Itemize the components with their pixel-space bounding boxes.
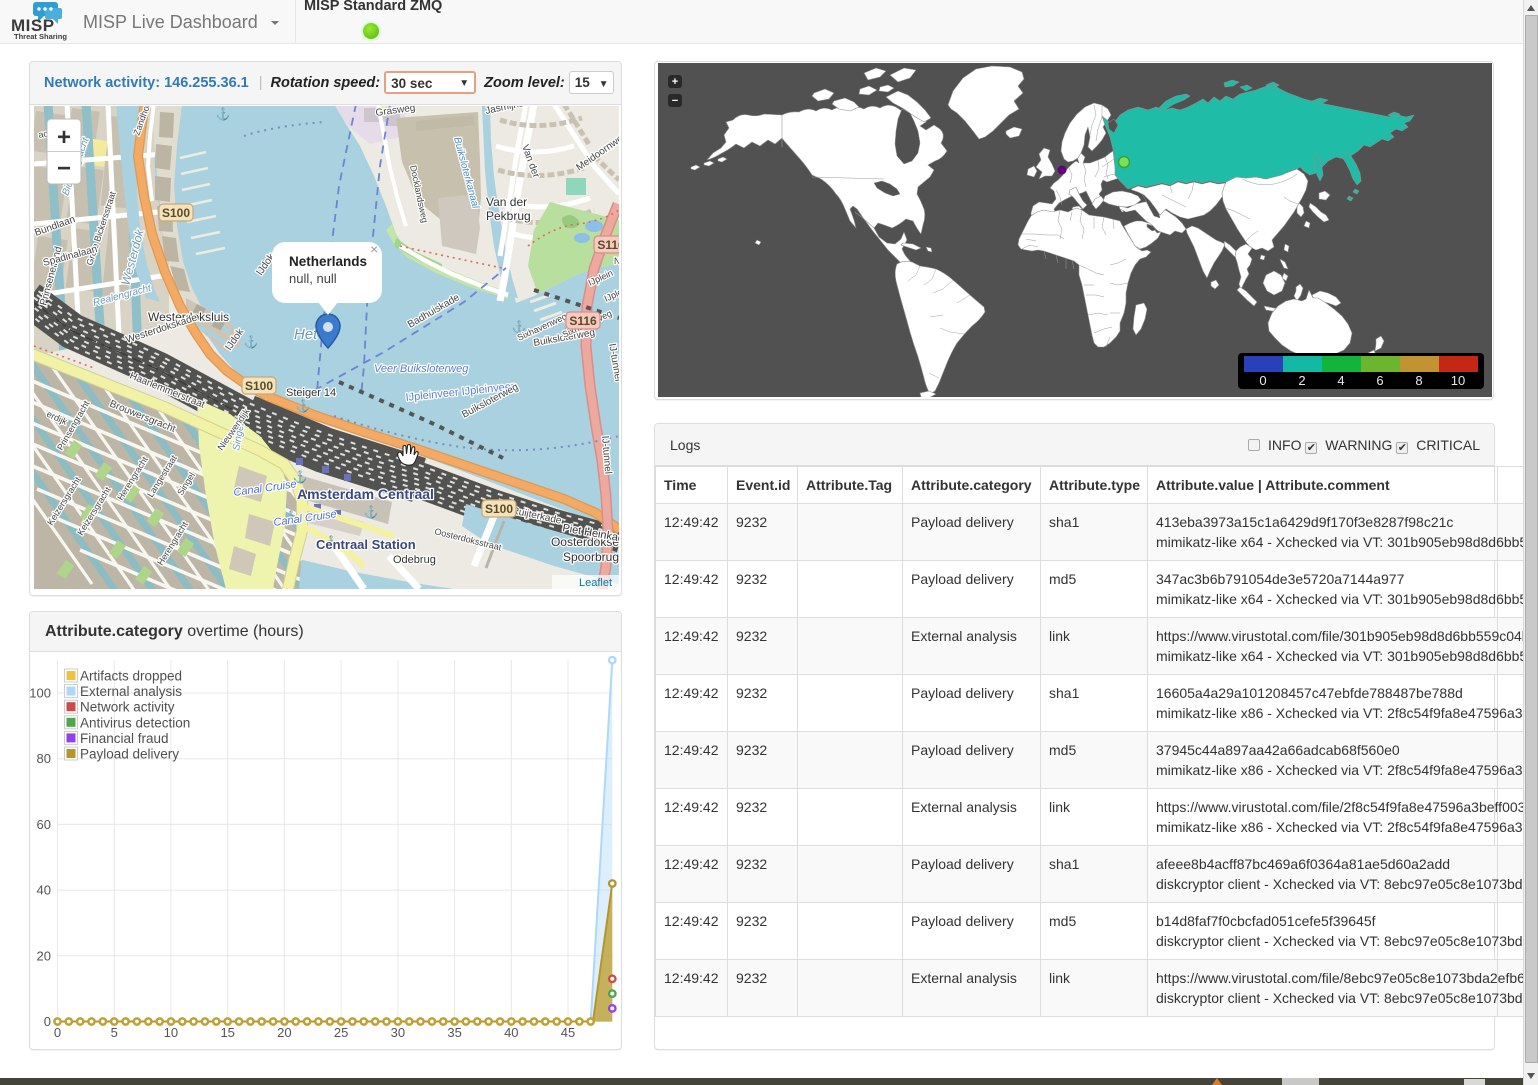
svg-text:×: × — [370, 241, 378, 257]
svg-text:80: 80 — [37, 751, 51, 766]
svg-text:Pekbrug: Pekbrug — [486, 209, 531, 223]
svg-text:+: + — [672, 76, 678, 88]
svg-text:Centraal Station: Centraal Station — [316, 537, 416, 552]
svg-text:⚓: ⚓ — [216, 107, 231, 121]
svg-text:⚓: ⚓ — [364, 505, 379, 519]
svg-text:null, null: null, null — [289, 271, 337, 286]
svg-text:Network activity: Network activity — [80, 700, 175, 715]
svg-text:−: − — [57, 155, 71, 182]
svg-text:S100: S100 — [162, 206, 190, 220]
svg-text:N: N — [614, 256, 619, 266]
svg-text:40: 40 — [37, 883, 51, 898]
svg-text:8: 8 — [1415, 373, 1422, 388]
svg-text:60: 60 — [37, 817, 51, 832]
svg-text:15: 15 — [220, 1025, 234, 1040]
svg-text:Leaflet: Leaflet — [579, 577, 612, 589]
svg-text:Antivirus detection: Antivirus detection — [80, 715, 190, 730]
svg-text:Netherlands: Netherlands — [289, 254, 367, 269]
svg-text:35: 35 — [447, 1025, 461, 1040]
svg-text:Threat Sharing: Threat Sharing — [14, 32, 67, 41]
svg-text:Van der: Van der — [486, 195, 527, 209]
svg-text:S116: S116 — [597, 238, 619, 252]
svg-text:S116: S116 — [569, 314, 597, 328]
svg-text:⚓: ⚓ — [296, 399, 311, 413]
svg-text:Steiger 14: Steiger 14 — [286, 387, 336, 399]
svg-text:0: 0 — [1259, 373, 1266, 388]
svg-text:External analysis: External analysis — [80, 684, 182, 699]
svg-text:100: 100 — [30, 686, 51, 701]
svg-text:Artifacts dropped: Artifacts dropped — [80, 669, 182, 684]
svg-text:Spoorbrug: Spoorbrug — [563, 550, 619, 564]
svg-text:30: 30 — [391, 1025, 405, 1040]
svg-text:+: + — [57, 124, 71, 151]
svg-text:S100: S100 — [485, 502, 513, 516]
svg-text:S100: S100 — [245, 379, 273, 393]
svg-text:25: 25 — [334, 1025, 348, 1040]
svg-text:⚓: ⚓ — [244, 335, 259, 349]
svg-text:Amsterdam Centraal: Amsterdam Centraal — [297, 486, 434, 502]
svg-text:Payload delivery: Payload delivery — [80, 747, 179, 762]
svg-text:45: 45 — [561, 1025, 575, 1040]
svg-text:Veer Buiksloterweg: Veer Buiksloterweg — [374, 363, 469, 375]
svg-text:0: 0 — [44, 1014, 51, 1029]
svg-text:−: − — [672, 95, 678, 107]
svg-text:4: 4 — [1337, 373, 1344, 388]
svg-text:20: 20 — [37, 948, 51, 963]
svg-text:20: 20 — [277, 1025, 291, 1040]
svg-text:0: 0 — [54, 1025, 61, 1040]
svg-text:10: 10 — [164, 1025, 178, 1040]
svg-text:5: 5 — [111, 1025, 118, 1040]
svg-text:2: 2 — [1298, 373, 1305, 388]
svg-text:40: 40 — [504, 1025, 518, 1040]
svg-text:10: 10 — [1451, 373, 1465, 388]
svg-text:Financial fraud: Financial fraud — [80, 731, 169, 746]
svg-text:6: 6 — [1376, 373, 1383, 388]
svg-text:Odebrug: Odebrug — [393, 554, 436, 566]
